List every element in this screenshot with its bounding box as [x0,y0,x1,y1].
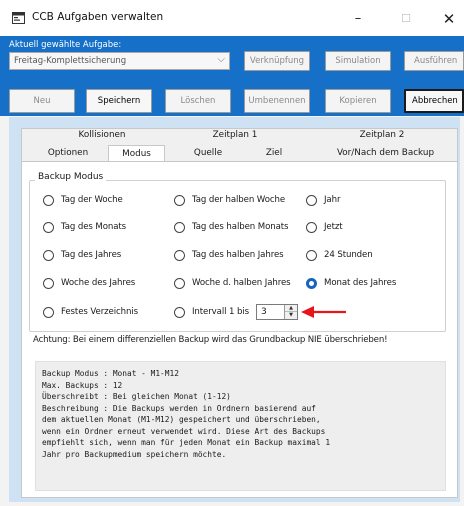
red-arrow-icon [301,306,346,318]
kopieren-button[interactable]: Kopieren [325,89,391,113]
umbenennen-button[interactable]: Umbenennen [244,89,310,113]
task-select-value: Freitag-Komplettsicherung [14,56,127,66]
mode-description: Backup Modus : Monat - M1-M12 Max. Backup… [35,361,446,491]
tab-zeitplan-2[interactable]: Zeitplan 2 [352,130,412,140]
tab-ziel[interactable]: Ziel [254,148,294,158]
chevron-down-icon: ⌵ [217,54,225,65]
task-label: Aktuell gewählte Aufgabe: [9,40,122,50]
info-line: dem aktuellen Monat (M1-M12) gespeichert… [42,415,321,424]
minimize-button[interactable]: – [338,6,378,32]
interval-stepper[interactable]: 3 ▲ ▼ [256,304,298,320]
info-line: Beschreibung : Die Backups werden in Ord… [42,403,316,413]
stepper-down-icon[interactable]: ▼ [285,312,297,319]
tab-kollisionen[interactable]: Kollisionen [62,130,142,140]
stepper-up-icon[interactable]: ▲ [285,305,297,312]
simulation-button[interactable]: Simulation [325,51,391,71]
tab-vor-nach-backup[interactable]: Vor/Nach dem Backup [318,148,453,158]
warning-text: Achtung: Bei einem differenziellen Backu… [33,335,388,345]
tab-optionen[interactable]: Optionen [38,148,98,158]
tab-quelle[interactable]: Quelle [183,148,233,158]
info-line: Backup Modus : Monat - M1-M12 [42,369,179,378]
info-line: wenn ein Ordner erneut verwendet wird. D… [42,426,326,436]
window-title: CCB Aufgaben verwalten [32,11,164,23]
maximize-button[interactable]: ☐ [386,6,426,32]
loeschen-button[interactable]: Löschen [165,89,231,113]
interval-value: 3 [261,307,267,317]
stepper-buttons: ▲ ▼ [284,305,297,319]
tab-zeitplan-1[interactable]: Zeitplan 1 [205,130,265,140]
close-button[interactable]: ✕ [429,6,464,32]
task-manager-window: CCB Aufgaben verwalten – ☐ ✕ Aktuell gew… [0,0,464,506]
ausfuehren-button[interactable]: Ausführen [404,51,464,71]
speichern-button[interactable]: Speichern [86,89,152,113]
neu-button[interactable]: Neu [9,89,75,113]
info-line: Max. Backups : 12 [42,380,123,390]
info-line: Überschreibt : Bei gleichen Monat (1-12) [42,392,231,401]
backup-mode-title: Backup Modus [35,172,107,182]
title-bar: CCB Aufgaben verwalten – ☐ ✕ [0,0,464,36]
tab-modus[interactable]: Modus [108,145,165,162]
app-icon [12,12,25,24]
abbrechen-button[interactable]: Abbrechen [404,89,464,113]
info-line: Jahr pro Backupmedium speichern möchte. [42,449,227,459]
info-line: empfiehlt sich, wenn man für jeden Monat… [42,438,331,447]
verknuepfung-button[interactable]: Verknüpfung [244,51,310,71]
task-select[interactable]: Freitag-Komplettsicherung ⌵ [9,52,230,70]
